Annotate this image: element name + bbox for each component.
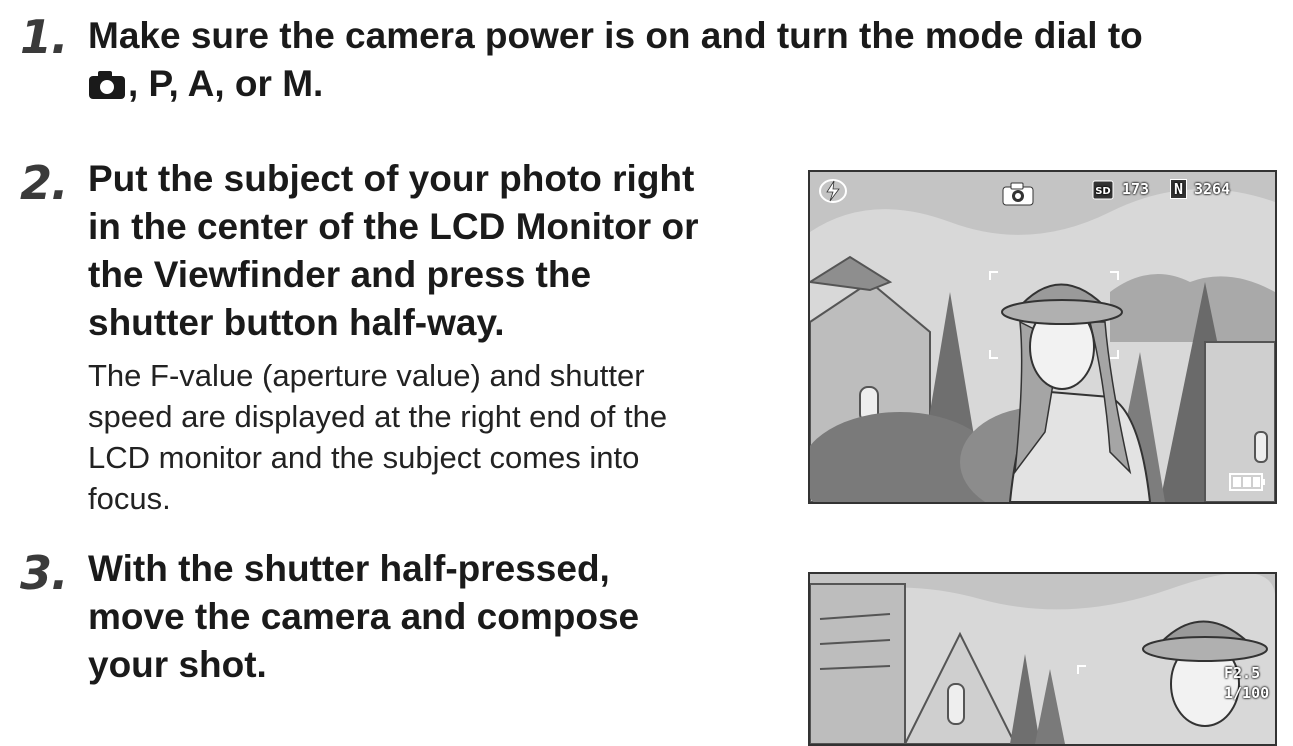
shot-count: 173 xyxy=(1122,180,1150,198)
step-heading-line: , P, A, or M. xyxy=(88,60,323,112)
lcd-scene-image xyxy=(810,574,1275,744)
step-heading-line: the Viewfinder and press the xyxy=(88,254,592,295)
remaining-shots: 3264 xyxy=(1194,180,1231,198)
step-body-line: LCD monitor and the subject comes into xyxy=(88,440,640,475)
shutter-speed-value: 1/100 xyxy=(1224,684,1270,702)
step-heading-line: Make sure the camera power is on and tur… xyxy=(88,15,1143,56)
camera-icon xyxy=(88,64,126,112)
step-heading-line: shutter button half-way. xyxy=(88,302,505,343)
step-body-line: focus. xyxy=(88,481,171,516)
sd-card-icon: SD xyxy=(1092,180,1114,200)
lcd-scene-image xyxy=(810,172,1275,502)
step-heading-line: With the shutter half-pressed, xyxy=(88,548,610,589)
step-body-line: speed are displayed at the right end of … xyxy=(88,399,668,434)
lcd-screen-illustration-2: F2.5 1/100 xyxy=(808,572,1277,746)
lcd-screen-illustration: SD 173 N 3264 xyxy=(808,170,1277,504)
step-heading-line: move the camera and compose xyxy=(88,596,640,637)
step-heading-line: your shot. xyxy=(88,644,267,685)
step-number: 2. xyxy=(20,156,68,210)
step-number: 1. xyxy=(20,10,68,64)
camera-icon xyxy=(1002,182,1034,206)
step-heading-line: Put the subject of your photo right xyxy=(88,158,695,199)
flash-auto-icon xyxy=(818,178,848,204)
svg-text:SD: SD xyxy=(1095,186,1111,197)
battery-icon xyxy=(1228,472,1266,492)
step-number: 3. xyxy=(20,546,68,600)
aperture-value: F2.5 xyxy=(1224,664,1261,682)
step-heading-line: in the center of the LCD Monitor or xyxy=(88,206,699,247)
step-body-line: The F-value (aperture value) and shutter xyxy=(88,358,645,393)
quality-badge: N xyxy=(1170,179,1188,199)
